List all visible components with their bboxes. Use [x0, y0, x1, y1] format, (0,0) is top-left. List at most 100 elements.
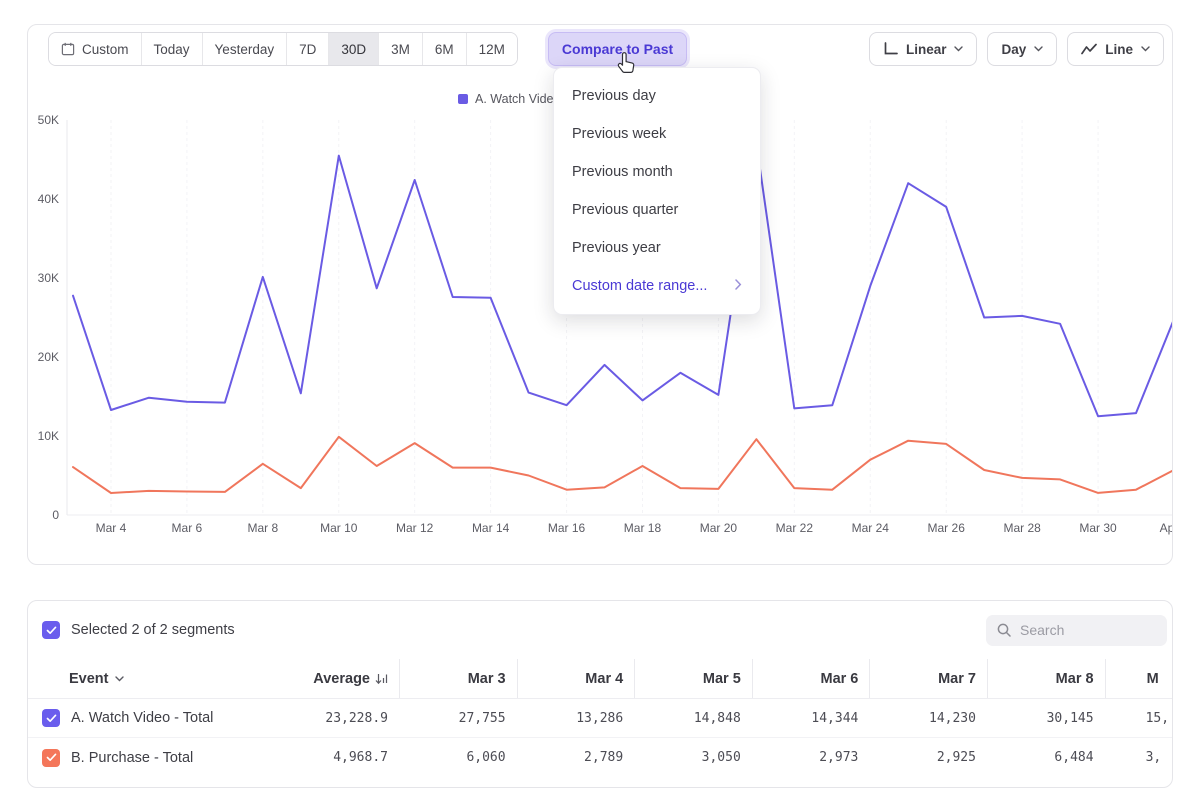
- range-button-today[interactable]: Today: [142, 33, 203, 65]
- column-header-mar-7[interactable]: Mar 7: [869, 659, 987, 698]
- x-tick-label: Mar 18: [624, 521, 662, 535]
- column-header-label: Mar 4: [585, 671, 623, 687]
- x-tick-label: Mar 16: [548, 521, 586, 535]
- column-header-label: Mar 6: [820, 671, 858, 687]
- range-label: Yesterday: [215, 42, 275, 57]
- table-header-row: Event Average Mar 3 Mar 4 Mar 5 Mar 6 Mar 7 M…: [28, 659, 1172, 699]
- segments-selected-text: Selected 2 of 2 segments: [71, 622, 235, 638]
- value-cell: 15,: [1105, 699, 1173, 737]
- chevron-down-icon: [1034, 46, 1043, 52]
- date-range-group: Custom Today Yesterday 7D 30D 3M 6M 12M: [48, 32, 518, 66]
- x-tick-label: Mar 6: [172, 521, 203, 535]
- segments-table: Event Average Mar 3 Mar 4 Mar 5 Mar 6 Mar 7 M…: [28, 659, 1172, 777]
- event-header-label: Event: [69, 671, 109, 687]
- average-cell: 4,968.7: [285, 738, 399, 777]
- scale-button[interactable]: Linear: [869, 32, 978, 66]
- menu-item-previous-quarter[interactable]: Previous quarter: [554, 191, 760, 229]
- table-row: A. Watch Video - Total 23,228.927,75513,2…: [28, 699, 1172, 738]
- value-cell: 13,286: [517, 699, 635, 737]
- sort-descending-icon: [375, 673, 388, 685]
- row-label: A. Watch Video - Total: [71, 710, 213, 726]
- chevron-right-icon: [735, 278, 742, 294]
- series-line-purchase: [73, 437, 1173, 493]
- chevron-down-icon: [954, 46, 963, 52]
- column-header-mar-8[interactable]: Mar 8: [987, 659, 1105, 698]
- menu-item-label: Previous week: [572, 126, 666, 142]
- menu-item-label: Previous quarter: [572, 202, 678, 218]
- range-button-3m[interactable]: 3M: [379, 33, 423, 65]
- value-cell: 2,925: [869, 738, 987, 777]
- column-header-m[interactable]: M: [1105, 659, 1173, 698]
- column-header-mar-6[interactable]: Mar 6: [752, 659, 870, 698]
- value-cell: 30,145: [987, 699, 1105, 737]
- column-header-label: Mar 3: [468, 671, 506, 687]
- value-cell: 27,755: [399, 699, 517, 737]
- range-button-12m[interactable]: 12M: [467, 33, 517, 65]
- event-cell: A. Watch Video - Total: [28, 699, 285, 737]
- search-box[interactable]: [986, 615, 1167, 646]
- interval-label: Day: [1001, 42, 1026, 57]
- range-button-7d[interactable]: 7D: [287, 33, 329, 65]
- column-header-event[interactable]: Event: [28, 659, 285, 698]
- chevron-down-icon: [1141, 46, 1150, 52]
- value-cell: 2,789: [517, 738, 635, 777]
- menu-item-previous-week[interactable]: Previous week: [554, 115, 760, 153]
- range-button-yesterday[interactable]: Yesterday: [203, 33, 288, 65]
- calendar-icon: [61, 42, 75, 56]
- x-tick-label: Mar 24: [852, 521, 890, 535]
- x-tick-label: Mar 22: [776, 521, 814, 535]
- segments-bar: Selected 2 of 2 segments: [28, 601, 1172, 659]
- column-header-mar-4[interactable]: Mar 4: [517, 659, 635, 698]
- search-icon: [996, 622, 1012, 638]
- column-header-mar-5[interactable]: Mar 5: [634, 659, 752, 698]
- segments-table-card: Selected 2 of 2 segments Event Average: [27, 600, 1173, 788]
- segments-checkbox[interactable]: [42, 621, 60, 639]
- column-header-label: M: [1147, 671, 1159, 687]
- compare-to-past-button[interactable]: Compare to Past: [548, 32, 687, 66]
- column-header-label: Mar 8: [1056, 671, 1094, 687]
- chart-card: Custom Today Yesterday 7D 30D 3M 6M 12M Compare…: [27, 24, 1173, 565]
- line-chart-icon: [1081, 43, 1097, 55]
- menu-item-label: Previous day: [572, 88, 656, 104]
- value-cell: 2,973: [752, 738, 870, 777]
- range-button-custom[interactable]: Custom: [49, 33, 142, 65]
- x-tick-label: Mar 10: [320, 521, 358, 535]
- y-tick-label: 0: [52, 508, 59, 522]
- range-label: 7D: [299, 42, 316, 57]
- y-tick-label: 40K: [38, 192, 59, 206]
- column-header-average[interactable]: Average: [285, 659, 399, 698]
- search-input[interactable]: [1020, 622, 1157, 638]
- range-label: 6M: [435, 42, 454, 57]
- menu-item-custom-date-range[interactable]: Custom date range...: [554, 267, 760, 305]
- y-tick-label: 10K: [38, 429, 59, 443]
- value-cell: 14,848: [634, 699, 752, 737]
- average-header-label: Average: [313, 671, 370, 687]
- range-label: 12M: [479, 42, 505, 57]
- menu-item-previous-day[interactable]: Previous day: [554, 77, 760, 115]
- legend-item-watch-video[interactable]: A. Watch Video: [458, 92, 560, 106]
- legend-swatch: [458, 94, 468, 104]
- chart-type-button[interactable]: Line: [1067, 32, 1164, 66]
- x-tick-label: Mar 26: [928, 521, 966, 535]
- legend-label: A. Watch Video: [475, 92, 560, 106]
- menu-item-previous-year[interactable]: Previous year: [554, 229, 760, 267]
- column-header-mar-3[interactable]: Mar 3: [399, 659, 517, 698]
- x-tick-label: Mar 8: [247, 521, 278, 535]
- range-label: Today: [154, 42, 190, 57]
- average-cell: 23,228.9: [285, 699, 399, 737]
- chart-controls: Linear Day Line: [869, 32, 1164, 66]
- interval-button[interactable]: Day: [987, 32, 1057, 66]
- range-label: 3M: [391, 42, 410, 57]
- range-button-30d[interactable]: 30D: [329, 33, 379, 65]
- value-cell: 6,060: [399, 738, 517, 777]
- x-tick-label: Mar 28: [1003, 521, 1041, 535]
- x-tick-label: Mar 14: [472, 521, 510, 535]
- row-checkbox[interactable]: [42, 749, 60, 767]
- compare-menu: Previous day Previous week Previous month P…: [553, 67, 761, 315]
- toolbar: Custom Today Yesterday 7D 30D 3M 6M 12M Compare…: [28, 25, 1172, 66]
- value-cell: 14,230: [869, 699, 987, 737]
- row-checkbox[interactable]: [42, 709, 60, 727]
- table-body: A. Watch Video - Total 23,228.927,75513,2…: [28, 699, 1172, 777]
- menu-item-previous-month[interactable]: Previous month: [554, 153, 760, 191]
- range-button-6m[interactable]: 6M: [423, 33, 467, 65]
